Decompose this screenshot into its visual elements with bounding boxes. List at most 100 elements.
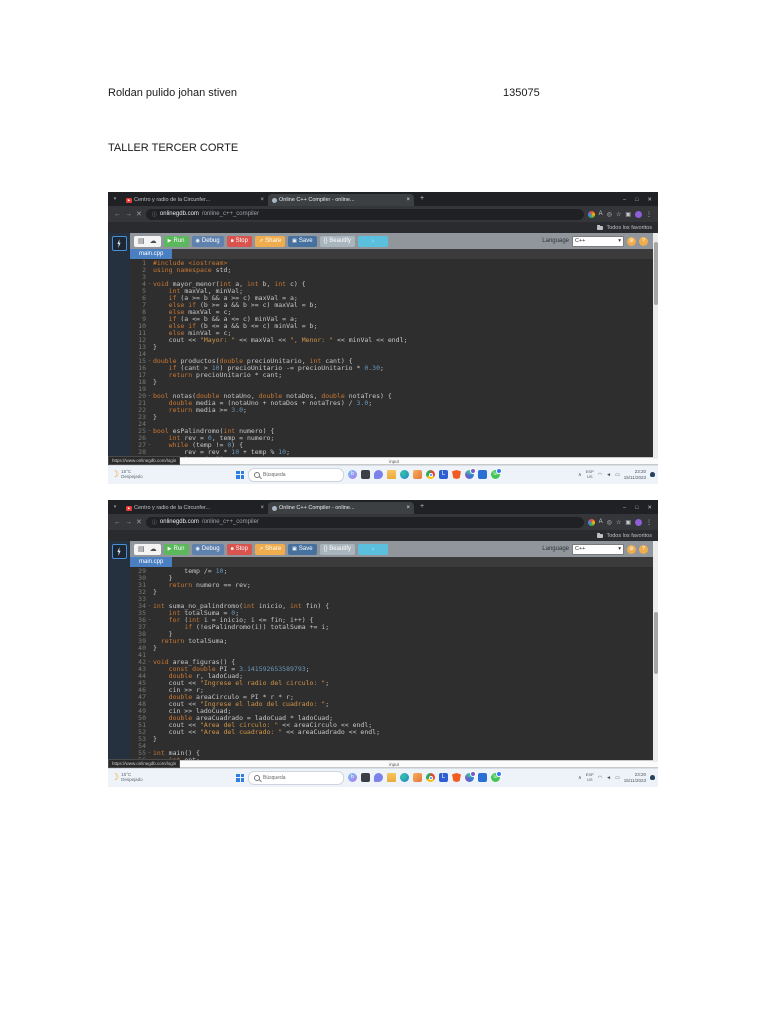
translate-icon[interactable]: A: [599, 211, 603, 217]
close-window-button[interactable]: ✕: [647, 505, 652, 511]
tab-online-cpp-compiler[interactable]: Online C++ Compiler - online... ×: [268, 502, 414, 514]
help-icon[interactable]: ?: [639, 236, 648, 246]
chrome-icon[interactable]: [426, 470, 435, 479]
weather-widget[interactable]: ☽ 15°C Despejado: [111, 771, 143, 783]
tab-search-icon[interactable]: ▾: [110, 502, 120, 512]
whatsapp-icon[interactable]: ☏: [491, 771, 502, 782]
brave-icon[interactable]: [452, 773, 461, 782]
code-editor[interactable]: 29 temp /= 10; 30 } 31 return numero == re…: [130, 567, 658, 760]
translate-icon[interactable]: A: [599, 519, 603, 525]
help-icon[interactable]: ?: [639, 544, 648, 554]
file-tab-main-cpp[interactable]: main.cpp: [130, 557, 173, 567]
scrollbar-thumb[interactable]: [653, 242, 658, 306]
menu-kebab-icon[interactable]: ⋮: [646, 519, 652, 526]
file-explorer-icon[interactable]: [387, 773, 396, 782]
code-editor[interactable]: 1 #include <iostream> 2 using namespace std…: [130, 259, 658, 457]
menu-kebab-icon[interactable]: ⋮: [646, 211, 652, 218]
new-file-icon[interactable]: ▤: [138, 237, 145, 245]
edge-profile-icon[interactable]: [465, 468, 476, 479]
stop-loading-button[interactable]: ✕: [136, 518, 142, 526]
windows-start-icon[interactable]: [236, 773, 244, 782]
download-button[interactable]: ↓: [357, 543, 388, 555]
edge-icon[interactable]: [400, 470, 409, 479]
stop-button[interactable]: ■ Stop: [226, 235, 252, 247]
extension-icon[interactable]: [587, 518, 595, 526]
back-button[interactable]: ←: [114, 211, 121, 218]
phone-link-icon[interactable]: [478, 470, 487, 479]
minimize-button[interactable]: –: [623, 197, 626, 203]
forward-button[interactable]: →: [125, 519, 132, 526]
beautify-button[interactable]: {} Beautify: [319, 235, 355, 247]
taskbar-search[interactable]: Búsqueda: [248, 770, 344, 785]
keyboard-language[interactable]: ESP US: [586, 469, 594, 479]
clock[interactable]: 23:20 15/11/2023: [624, 772, 646, 783]
task-view-icon[interactable]: [361, 470, 370, 479]
upload-icon[interactable]: ☁: [150, 237, 157, 245]
close-tab-icon[interactable]: ×: [260, 505, 264, 511]
new-file-icon[interactable]: ▤: [138, 545, 145, 553]
stop-button[interactable]: ■ Stop: [226, 543, 252, 555]
task-view-icon[interactable]: [361, 773, 370, 782]
share-button[interactable]: ⇗ Share: [254, 543, 286, 555]
forward-button[interactable]: →: [125, 211, 132, 218]
volume-icon[interactable]: ◄: [606, 775, 611, 781]
settings-icon[interactable]: ⚙: [627, 236, 636, 246]
beautify-button[interactable]: {} Beautify: [319, 543, 355, 555]
stop-loading-button[interactable]: ✕: [136, 210, 142, 218]
profile-avatar[interactable]: [635, 210, 642, 218]
weather-widget[interactable]: ☽ 15°C Despejado: [111, 468, 143, 480]
phone-link-icon[interactable]: [478, 773, 487, 782]
file-explorer-icon[interactable]: [387, 470, 396, 479]
side-panel-icon[interactable]: ▣: [625, 211, 631, 218]
close-tab-icon[interactable]: ×: [406, 197, 410, 203]
brave-icon[interactable]: [452, 470, 461, 479]
close-tab-icon[interactable]: ×: [260, 197, 264, 203]
tray-caret-icon[interactable]: ∧: [578, 472, 582, 478]
address-bar[interactable]: ⓘ onlinegdb.com /online_c++_compiler: [145, 516, 584, 528]
side-panel-icon[interactable]: ▣: [625, 519, 631, 526]
tab-search-icon[interactable]: ▾: [110, 194, 120, 204]
save-button[interactable]: ▣ Save: [288, 235, 317, 247]
copilot-icon[interactable]: b: [348, 773, 357, 782]
back-button[interactable]: ←: [114, 519, 121, 526]
notification-bell-icon[interactable]: [650, 775, 655, 780]
input-panel-header[interactable]: input: [130, 457, 658, 465]
editor-scrollbar[interactable]: [653, 233, 658, 459]
keyboard-language[interactable]: ESP US: [586, 772, 594, 782]
close-tab-icon[interactable]: ×: [406, 505, 410, 511]
zoom-icon[interactable]: ◎: [607, 211, 612, 218]
run-button[interactable]: ▶ Run: [163, 235, 189, 247]
upload-icon[interactable]: ☁: [150, 545, 157, 553]
battery-icon[interactable]: ▭: [615, 472, 620, 478]
share-button[interactable]: ⇗ Share: [254, 235, 286, 247]
battery-icon[interactable]: ▭: [615, 775, 620, 781]
scrollbar-thumb[interactable]: [653, 611, 658, 674]
editor-scrollbar[interactable]: [653, 541, 658, 762]
close-window-button[interactable]: ✕: [647, 197, 652, 203]
profile-avatar[interactable]: [635, 518, 642, 526]
zoom-icon[interactable]: ◎: [607, 519, 612, 526]
bookmark-star-icon[interactable]: ☆: [616, 519, 621, 526]
teams-chat-icon[interactable]: [374, 470, 383, 479]
copilot-icon[interactable]: b: [348, 470, 357, 479]
teams-chat-icon[interactable]: [374, 773, 383, 782]
site-info-icon[interactable]: ⓘ: [152, 211, 157, 218]
wifi-icon[interactable]: ◠: [598, 472, 602, 478]
linkedin-icon[interactable]: L: [439, 470, 448, 479]
photos-icon[interactable]: [413, 470, 422, 479]
clock[interactable]: 23:20 15/11/2023: [624, 469, 646, 480]
settings-icon[interactable]: ⚙: [627, 544, 636, 554]
bookmarks-label[interactable]: Todos los favoritos: [606, 225, 652, 231]
debug-button[interactable]: ◉ Debug: [191, 543, 224, 555]
run-button[interactable]: ▶ Run: [163, 543, 189, 555]
edge-profile-icon[interactable]: [465, 771, 476, 782]
wifi-icon[interactable]: ◠: [598, 775, 602, 781]
debug-button[interactable]: ◉ Debug: [191, 235, 224, 247]
save-button[interactable]: ▣ Save: [288, 543, 317, 555]
bolt-icon[interactable]: [111, 544, 127, 559]
taskbar-search[interactable]: Búsqueda: [248, 467, 344, 482]
edge-icon[interactable]: [400, 773, 409, 782]
bookmarks-label[interactable]: Todos los favoritos: [606, 533, 652, 539]
tray-caret-icon[interactable]: ∧: [578, 775, 582, 781]
linkedin-icon[interactable]: L: [439, 773, 448, 782]
